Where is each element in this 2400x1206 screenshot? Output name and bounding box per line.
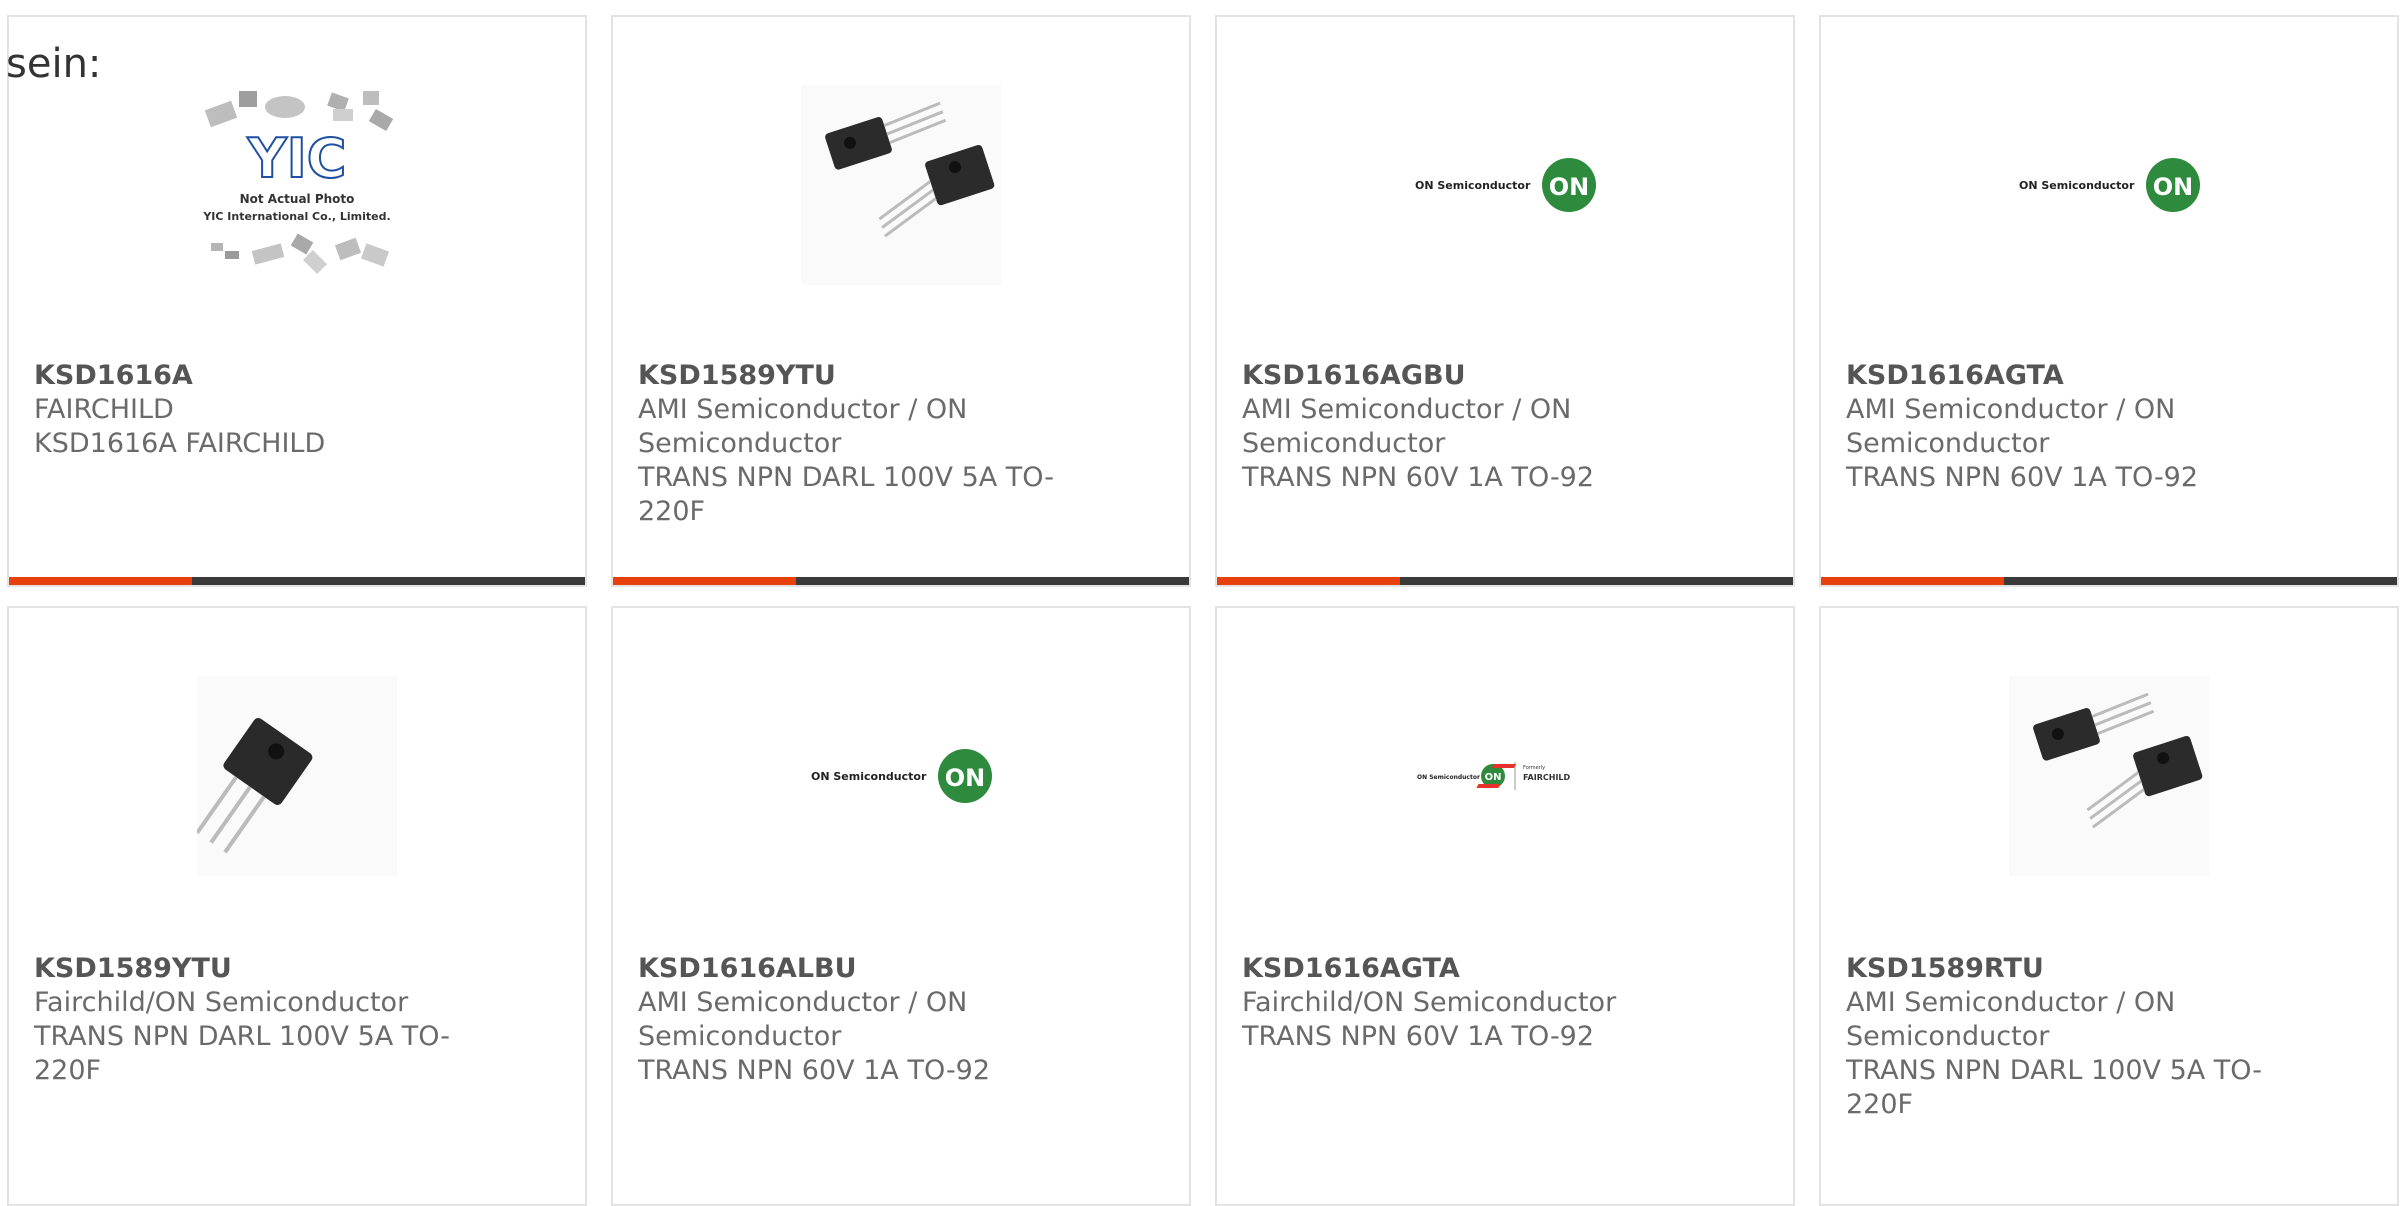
svg-text:Not Actual Photo: Not Actual Photo (240, 192, 355, 206)
product-info: KSD1616AGBU AMI Semiconductor / ON Semic… (1242, 359, 1662, 495)
product-card[interactable]: KSD1589YTU Fairchild/ON Semiconductor TR… (7, 606, 587, 1206)
svg-text:ON: ON (1549, 173, 1590, 201)
on-fairchild-logo: ON Semiconductor ON Formerly FAIRCHILD (1417, 762, 1571, 790)
svg-text:ON Semiconductor: ON Semiconductor (811, 770, 927, 783)
product-info: KSD1589YTU Fairchild/ON Semiconductor TR… (34, 952, 454, 1088)
product-info: KSD1589YTU AMI Semiconductor / ON Semico… (638, 359, 1058, 529)
product-card[interactable]: KSD1589RTU AMI Semiconductor / ON Semico… (1819, 606, 2399, 1206)
manufacturer: AMI Semiconductor / ON Semiconductor (638, 987, 968, 1052)
card-bar-accent (1821, 577, 2004, 585)
svg-text:ON: ON (945, 764, 986, 792)
card-bottom-bar (9, 577, 585, 585)
product-info: KSD1616AGTA AMI Semiconductor / ON Semic… (1846, 359, 2266, 495)
product-info: KSD1616ALBU AMI Semiconductor / ON Semic… (638, 952, 1058, 1088)
card-bottom-bar (1217, 577, 1793, 585)
manufacturer: Fairchild/ON Semiconductor (34, 987, 409, 1018)
part-number[interactable]: KSD1616ALBU (638, 952, 1058, 986)
description: TRANS NPN 60V 1A TO-92 (1242, 1021, 1595, 1052)
part-number[interactable]: KSD1616A (34, 359, 454, 393)
svg-text:ON Semiconductor: ON Semiconductor (2019, 179, 2135, 192)
product-card[interactable]: ON Semiconductor ON KSD1616ALBU AMI Semi… (611, 606, 1191, 1206)
description: TRANS NPN DARL 100V 5A TO-220F (34, 1021, 451, 1086)
card-bar-accent (1217, 577, 1400, 585)
svg-text:YIC International Co., Limited: YIC International Co., Limited. (202, 210, 390, 223)
description: TRANS NPN 60V 1A TO-92 (638, 1055, 991, 1086)
svg-text:ON: ON (2153, 173, 2194, 201)
part-number[interactable]: KSD1589RTU (1846, 952, 2266, 986)
card-bar-accent (613, 577, 796, 585)
manufacturer: AMI Semiconductor / ON Semiconductor (638, 394, 968, 459)
transistor-to220-image (2009, 676, 2209, 876)
on-semiconductor-logo: ON Semiconductor ON (811, 749, 992, 803)
part-number[interactable]: KSD1616AGTA (1846, 359, 2266, 393)
product-info: KSD1589RTU AMI Semiconductor / ON Semico… (1846, 952, 2266, 1122)
part-number[interactable]: KSD1616AGTA (1242, 952, 1662, 986)
product-card[interactable]: KSD1589YTU AMI Semiconductor / ON Semico… (611, 15, 1191, 587)
card-bottom-bar (1821, 577, 2397, 585)
svg-text:ON Semiconductor: ON Semiconductor (1415, 179, 1531, 192)
description: TRANS NPN DARL 100V 5A TO-220F (638, 462, 1055, 527)
product-card[interactable]: ON Semiconductor ON Formerly FAIRCHILD K… (1215, 606, 1795, 1206)
product-card[interactable]: ON Semiconductor ON KSD1616AGBU AMI Semi… (1215, 15, 1795, 587)
svg-text:Formerly: Formerly (1523, 765, 1545, 771)
description: TRANS NPN 60V 1A TO-92 (1242, 462, 1595, 493)
svg-text:YIC: YIC (247, 127, 347, 190)
transistor-to220-image (801, 85, 1001, 285)
part-number[interactable]: KSD1616AGBU (1242, 359, 1662, 393)
description: KSD1616A FAIRCHILD (34, 428, 326, 459)
product-info: KSD1616A FAIRCHILD KSD1616A FAIRCHILD (34, 359, 454, 461)
manufacturer: AMI Semiconductor / ON Semiconductor (1242, 394, 1572, 459)
on-semiconductor-logo: ON Semiconductor ON (1415, 158, 1596, 212)
part-number[interactable]: KSD1589YTU (34, 952, 454, 986)
transistor-to220-image (197, 676, 397, 876)
manufacturer: AMI Semiconductor / ON Semiconductor (1846, 987, 2176, 1052)
description: TRANS NPN 60V 1A TO-92 (1846, 462, 2199, 493)
product-grid: YIC Not Actual Photo YIC International C… (0, 0, 2400, 1206)
intro-text: sein: (6, 41, 102, 87)
svg-text:ON Semiconductor: ON Semiconductor (1417, 774, 1480, 781)
card-bar-accent (9, 577, 192, 585)
product-card[interactable]: YIC Not Actual Photo YIC International C… (7, 15, 587, 587)
part-number[interactable]: KSD1589YTU (638, 359, 1058, 393)
svg-text:FAIRCHILD: FAIRCHILD (1523, 773, 1571, 782)
card-bottom-bar (613, 577, 1189, 585)
manufacturer: FAIRCHILD (34, 394, 174, 425)
svg-text:ON: ON (1485, 772, 1502, 783)
manufacturer: Fairchild/ON Semiconductor (1242, 987, 1617, 1018)
yic-placeholder-image: YIC Not Actual Photo YIC International C… (202, 91, 394, 275)
manufacturer: AMI Semiconductor / ON Semiconductor (1846, 394, 2176, 459)
product-card[interactable]: ON Semiconductor ON KSD1616AGTA AMI Semi… (1819, 15, 2399, 587)
product-info: KSD1616AGTA Fairchild/ON Semiconductor T… (1242, 952, 1662, 1054)
on-semiconductor-logo: ON Semiconductor ON (2019, 158, 2200, 212)
description: TRANS NPN DARL 100V 5A TO-220F (1846, 1055, 2263, 1120)
